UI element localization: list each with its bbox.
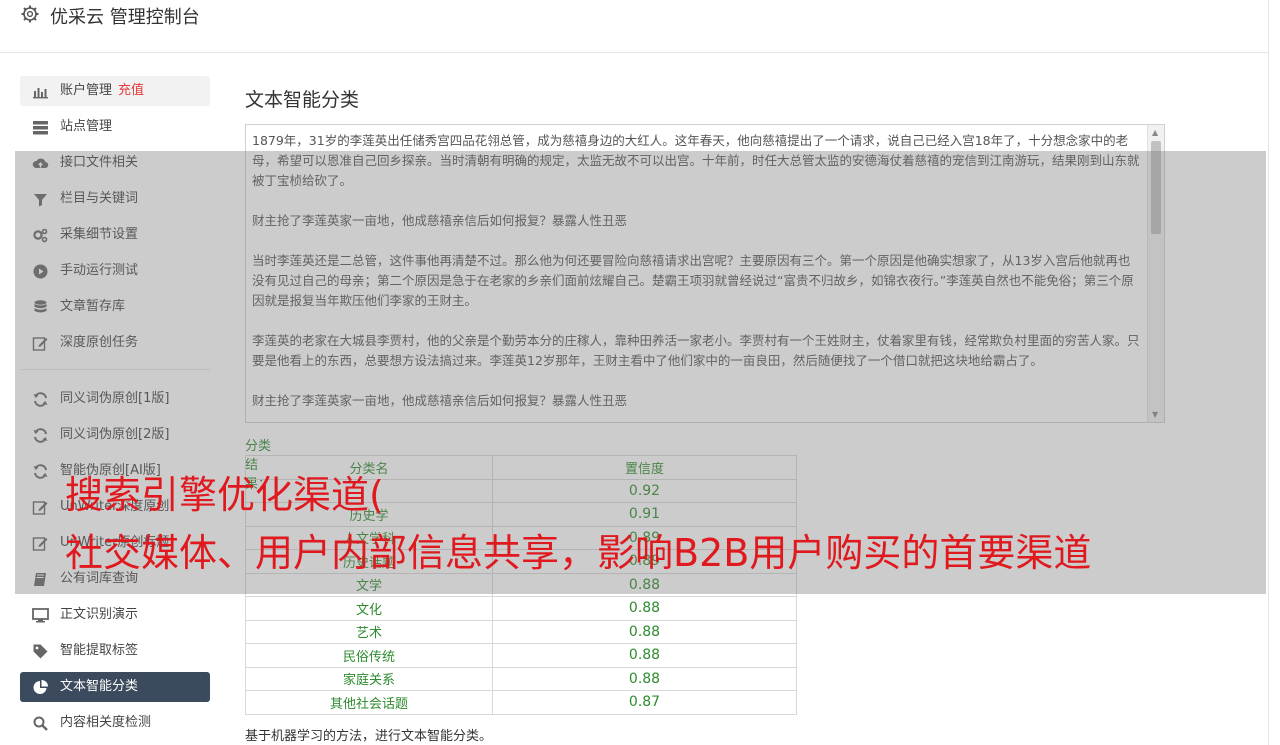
sidebar-item-label: 账户管理 <box>60 83 113 98</box>
top-bar: 优采云 管理控制台 <box>0 0 1269 53</box>
table-row: 家庭关系 0.88 <box>245 666 797 691</box>
table-row: 艺术 0.88 <box>245 619 797 644</box>
pie-chart-icon <box>33 680 48 694</box>
category-cell: 艺术 <box>245 619 493 644</box>
sidebar-item-label: 内容相关度检测 <box>60 715 152 730</box>
monitor-icon <box>32 608 49 623</box>
page-title: 文本智能分类 <box>245 89 360 111</box>
server-icon <box>33 121 48 135</box>
sidebar-item-text-recognition[interactable]: 正文识别演示 <box>20 600 210 630</box>
scroll-up-icon[interactable]: ▲ <box>1152 128 1158 137</box>
sidebar-item-relevance[interactable]: 内容相关度检测 <box>20 708 210 738</box>
overlay-text-line-2: 社交媒体、用户内部信息共享，影响B2B用户购买的首要渠道 <box>65 531 1092 575</box>
category-cell: 家庭关系 <box>245 666 493 691</box>
app-title: 优采云 管理控制台 <box>50 7 200 28</box>
tag-icon <box>33 644 48 659</box>
recharge-link[interactable]: 充值 <box>118 83 144 98</box>
sidebar-item-text-classify[interactable]: 文本智能分类 <box>20 672 210 702</box>
gear-icon <box>21 5 39 23</box>
confidence-cell: 0.87 <box>492 690 797 715</box>
sidebar-item-label: 文本智能分类 <box>60 679 139 694</box>
overlay-text-line-1: 搜索引擎优化渠道( <box>65 473 384 517</box>
category-cell: 民俗传统 <box>245 643 493 668</box>
confidence-cell: 0.88 <box>492 666 797 691</box>
table-row: 其他社会话题 0.87 <box>245 690 797 715</box>
overlay-banner <box>15 151 1266 594</box>
bar-chart-icon <box>33 88 48 99</box>
table-row: 文化 0.88 <box>245 596 797 621</box>
confidence-cell: 0.88 <box>492 596 797 621</box>
category-cell: 其他社会话题 <box>245 690 493 715</box>
confidence-cell: 0.88 <box>492 619 797 644</box>
category-cell: 文化 <box>245 596 493 621</box>
confidence-cell: 0.88 <box>492 643 797 668</box>
footer-note: 基于机器学习的方法，进行文本智能分类。 <box>245 729 493 744</box>
sidebar-item-smart-tags[interactable]: 智能提取标签 <box>20 636 210 666</box>
table-row: 民俗传统 0.88 <box>245 643 797 668</box>
sidebar-item-label: 正文识别演示 <box>60 607 139 622</box>
sidebar-item-sites[interactable]: 站点管理 <box>20 112 210 142</box>
sidebar-item-label: 站点管理 <box>60 119 113 134</box>
right-divider <box>1268 52 1269 745</box>
sidebar-item-account[interactable]: 账户管理 充值 <box>20 76 210 106</box>
sidebar-item-label: 智能提取标签 <box>60 643 139 658</box>
search-icon <box>33 716 48 731</box>
